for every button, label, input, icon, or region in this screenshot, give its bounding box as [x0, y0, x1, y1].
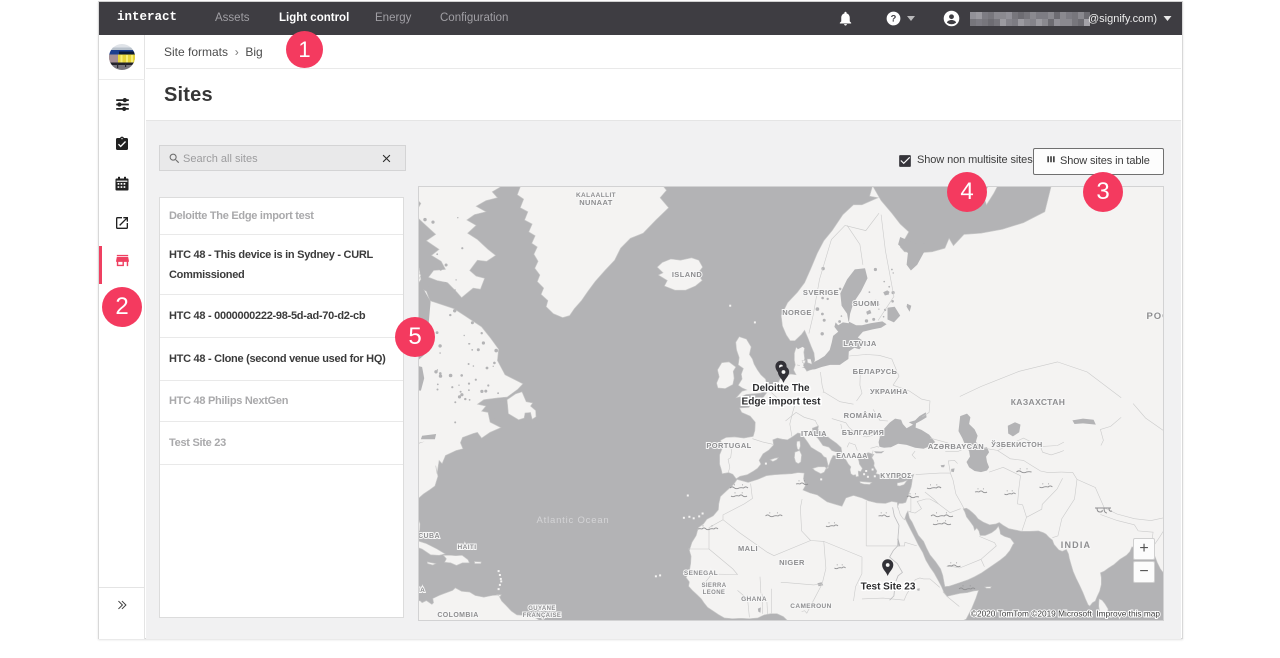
svg-text:Edge import test: Edge import test	[742, 397, 822, 408]
svg-text:PANAMA: PANAMA	[419, 587, 425, 594]
svg-text:Test Site 23: Test Site 23	[861, 582, 916, 593]
svg-text:NORGE: NORGE	[782, 308, 812, 317]
svg-text:GHANA: GHANA	[741, 596, 767, 603]
svg-text:SENEGAL: SENEGAL	[684, 570, 718, 577]
svg-text:GUYANE: GUYANE	[528, 606, 556, 612]
svg-text:SVERIGE: SVERIGE	[803, 288, 839, 297]
svg-text:ΕΛΛΑΔΑ: ΕΛΛΑΔΑ	[836, 453, 868, 460]
svg-text:LEONE: LEONE	[703, 590, 726, 596]
svg-text:БЕЛАРУСЬ: БЕЛАРУСЬ	[853, 367, 898, 376]
svg-text:NIGER: NIGER	[779, 558, 805, 567]
svg-text:PORTUGAL: PORTUGAL	[706, 441, 751, 450]
svg-text:CAMEROUN: CAMEROUN	[790, 603, 831, 610]
svg-text:ITALIA: ITALIA	[801, 429, 827, 438]
svg-text:ΚΥΠΡΟΣ: ΚΥΠΡΟΣ	[880, 473, 912, 480]
svg-text:FRANÇAISE: FRANÇAISE	[523, 613, 562, 619]
svg-text:ISLAND: ISLAND	[672, 270, 703, 279]
svg-text:CUBA: CUBA	[419, 533, 440, 540]
svg-text:INDIA: INDIA	[1061, 540, 1092, 550]
svg-text:MALI: MALI	[738, 544, 758, 553]
svg-text:SUOMI: SUOMI	[853, 299, 880, 308]
svg-text:ROMÂNIA: ROMÂNIA	[844, 411, 883, 420]
svg-text:NUNAAT: NUNAAT	[579, 198, 613, 207]
svg-text:КАЗАХСТАН: КАЗАХСТАН	[1011, 397, 1066, 407]
svg-text:РОССИЯ: РОССИЯ	[1147, 311, 1163, 322]
svg-text:УКРАИНА: УКРАИНА	[870, 387, 908, 396]
svg-text:БЪЛГАРИЯ: БЪЛГАРИЯ	[842, 430, 884, 437]
svg-text:HAITI: HAITI	[458, 544, 477, 551]
svg-text:©2020 TomTom ©2019 Microsoft: ©2020 TomTom ©2019 Microsoft Improve thi…	[971, 609, 1161, 619]
svg-text:LATVIJA: LATVIJA	[843, 339, 877, 348]
svg-text:AZƏRBAYCAN: AZƏRBAYCAN	[928, 442, 984, 451]
svg-text:Deloitte The: Deloitte The	[752, 383, 810, 394]
svg-text:Atlantic Ocean: Atlantic Ocean	[537, 515, 610, 526]
svg-text:?: ?	[891, 14, 897, 24]
svg-text:COLOMBIA: COLOMBIA	[437, 612, 478, 619]
svg-text:SIERRA: SIERRA	[701, 583, 726, 589]
svg-text:ЎЗБЕКИСТОН: ЎЗБЕКИСТОН	[990, 440, 1042, 449]
